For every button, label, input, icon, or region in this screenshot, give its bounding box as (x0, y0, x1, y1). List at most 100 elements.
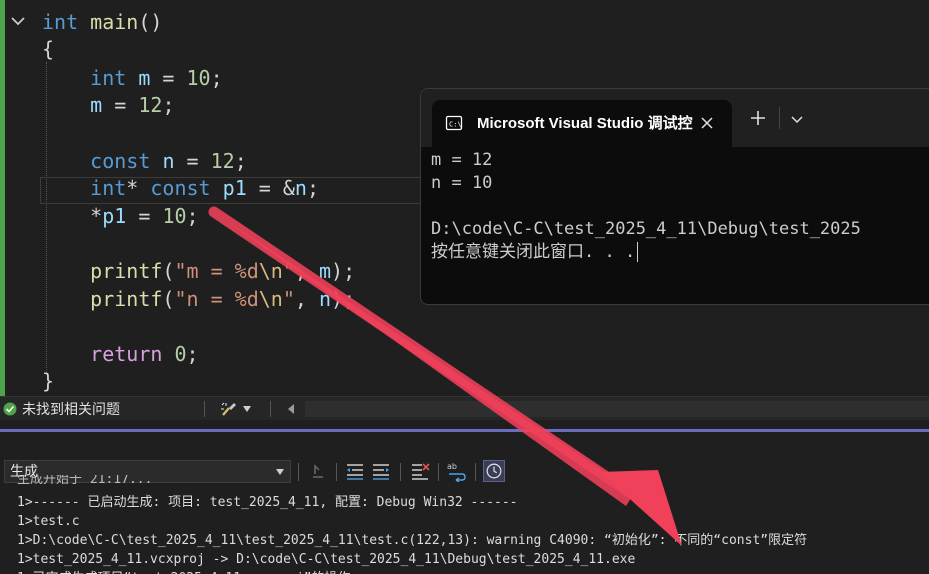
code-token: const (150, 176, 211, 200)
code-token: int (90, 66, 127, 90)
console-icon: C:\ (445, 115, 463, 131)
text-cursor (637, 242, 639, 262)
svg-text:ab: ab (447, 462, 457, 471)
code-token: main (90, 10, 139, 34)
code-token: ); (331, 259, 356, 283)
code-token: return (90, 342, 163, 366)
console-prompt-text: 按任意键关闭此窗口. . . (431, 242, 636, 262)
code-token: } (42, 369, 55, 393)
scroll-left-icon[interactable] (287, 404, 295, 414)
close-icon[interactable] (698, 114, 716, 132)
debug-console-window[interactable]: C:\ Microsoft Visual Studio 调试控 m = 12 n… (420, 88, 929, 305)
editor-status-bar: 未找到相关问题 (0, 396, 929, 420)
clock-icon[interactable] (483, 460, 505, 482)
code-token: m (319, 259, 332, 283)
code-token: int (42, 10, 79, 34)
code-token: ; (234, 149, 247, 173)
align-left-icon[interactable] (344, 460, 366, 482)
code-token: ; (210, 66, 223, 90)
code-token: 0 (174, 342, 187, 366)
code-token: n (162, 149, 175, 173)
code-token: 10 (186, 66, 211, 90)
console-output-line: n = 10 (431, 173, 493, 193)
chevron-down-icon[interactable] (9, 12, 27, 30)
code-line[interactable]: const n = 12; (42, 148, 247, 175)
code-token: const (90, 149, 151, 173)
code-token: 12 (138, 93, 163, 117)
go-to-code-icon[interactable] (307, 460, 329, 482)
code-token: printf (90, 259, 163, 283)
code-line[interactable]: } (42, 368, 54, 395)
code-token: n (319, 287, 332, 311)
plus-icon[interactable] (747, 107, 769, 129)
code-token: " (282, 259, 295, 283)
panel-splitter[interactable] (0, 429, 929, 432)
console-titlebar[interactable]: C:\ Microsoft Visual Studio 调试控 (421, 89, 929, 147)
code-token: printf (90, 287, 163, 311)
code-line[interactable]: *p1 = 10; (42, 203, 198, 230)
code-token: ( (162, 259, 175, 283)
console-output-line: D:\code\C-C\test_2025_4_11\Debug\test_20… (431, 219, 861, 239)
chevron-down-icon[interactable] (789, 111, 805, 127)
toolbar-separator (336, 463, 337, 481)
code-token: , (294, 259, 319, 283)
code-token: \n (258, 259, 283, 283)
code-line[interactable]: { (42, 36, 54, 63)
code-token: , (294, 287, 319, 311)
output-log-line: 1>已完成生成项目“test_2025_4_11.vcxproj”的操作。 (17, 569, 364, 574)
toolbar-separator (400, 463, 401, 481)
status-separator (270, 401, 271, 417)
output-log-line: 1>test.c (17, 514, 80, 529)
code-line[interactable]: printf("m = %d\n", m); (42, 258, 355, 285)
check-circle-icon (3, 402, 17, 416)
brush-icon[interactable] (220, 401, 238, 417)
status-separator (204, 401, 205, 417)
output-log-line-partial: 生成开始于 21:17... (17, 475, 153, 484)
code-token: m (90, 93, 103, 117)
svg-text:C:\: C:\ (449, 121, 462, 129)
code-token: = & (246, 176, 295, 200)
code-token: { (42, 37, 55, 61)
code-line[interactable]: return 0; (42, 341, 199, 368)
toolbar-separator (438, 463, 439, 481)
output-log-line: 1>------ 已启动生成: 项目: test_2025_4_11, 配置: … (17, 495, 518, 510)
code-token: 10 (162, 204, 187, 228)
titlebar-separator (779, 107, 780, 129)
word-wrap-icon[interactable]: ab (446, 460, 468, 482)
clear-all-icon[interactable] (409, 460, 431, 482)
align-right-icon[interactable] (370, 460, 392, 482)
code-token: "n = %d (174, 287, 259, 311)
chevron-down-icon[interactable] (243, 406, 251, 412)
toolbar-separator (475, 463, 476, 481)
code-token: * (42, 204, 103, 228)
code-token: ; (186, 342, 199, 366)
horizontal-scrollbar[interactable] (305, 401, 929, 417)
output-log-line: 1>D:\code\C-C\test_2025_4_11\test_2025_4… (17, 533, 808, 548)
code-line[interactable]: m = 12; (42, 92, 174, 119)
code-line[interactable]: printf("n = %d\n", n); (42, 286, 355, 313)
code-line[interactable]: int* const p1 = &n; (42, 175, 319, 202)
code-token: * (126, 176, 151, 200)
chevron-down-icon (276, 469, 284, 475)
code-line[interactable]: int m = 10; (42, 65, 223, 92)
code-token: n (294, 176, 307, 200)
console-output-line: m = 12 (431, 150, 493, 170)
code-token: p1 (102, 204, 127, 228)
code-line[interactable]: int main() (42, 9, 162, 36)
output-panel: 生成 ab 生成开始于 21:17... 1>------ 已启动生成: 项目:… (0, 420, 929, 574)
console-tab[interactable]: C:\ Microsoft Visual Studio 调试控 (432, 100, 732, 147)
code-token: \n (258, 287, 283, 311)
output-log-line: 1>test_2025_4_11.vcxproj -> D:\code\C-C\… (17, 552, 636, 567)
issues-status-text[interactable]: 未找到相关问题 (22, 397, 120, 421)
code-token: ); (331, 287, 356, 311)
